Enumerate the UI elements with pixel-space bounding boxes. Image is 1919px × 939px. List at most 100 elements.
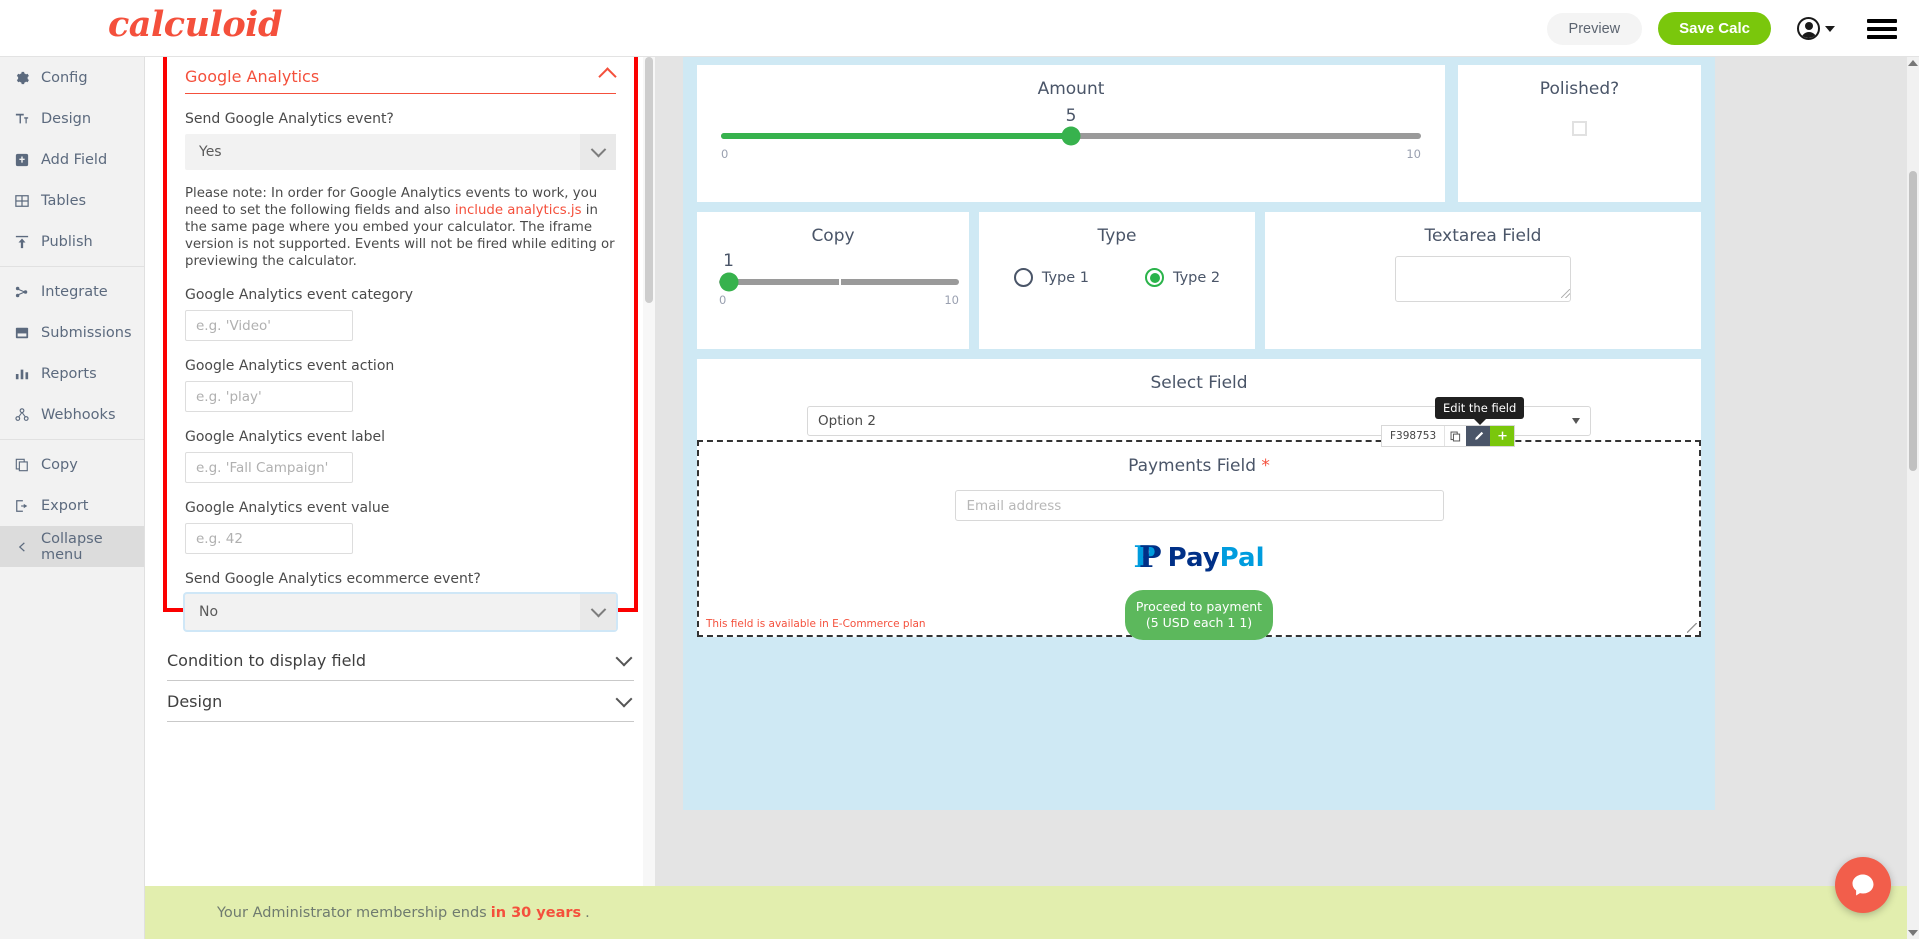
calculator-canvas-area: Amount 5 0 10 Polished? Copy 1 0 10 Type… bbox=[655, 57, 1919, 886]
ga-event-value-input[interactable] bbox=[185, 523, 353, 554]
sidebar-item-publish[interactable]: Publish bbox=[0, 221, 144, 262]
inbox-icon bbox=[14, 326, 30, 340]
ga-send-event-value: Yes bbox=[199, 144, 222, 160]
sidebar-divider bbox=[0, 439, 144, 440]
account-menu[interactable] bbox=[1797, 17, 1835, 40]
ga-note: Please note: In order for Google Analyti… bbox=[185, 186, 615, 269]
sidebar-item-label: Add Field bbox=[41, 151, 108, 168]
sidebar-item-design[interactable]: Design bbox=[0, 98, 144, 139]
sidebar-item-webhooks[interactable]: Webhooks bbox=[0, 394, 144, 435]
slider-fill bbox=[721, 133, 1071, 139]
ga-event-category-input[interactable] bbox=[185, 310, 353, 341]
sidebar-item-copy[interactable]: Copy bbox=[0, 444, 144, 485]
ga-event-label-label: Google Analytics event label bbox=[185, 429, 386, 445]
sidebar-item-tables[interactable]: Tables bbox=[0, 180, 144, 221]
bar-chart-icon bbox=[14, 367, 30, 381]
field-title: Select Field bbox=[1150, 373, 1248, 393]
chevron-down-icon[interactable] bbox=[580, 594, 616, 630]
brand-logo: calculoid bbox=[108, 4, 282, 45]
sidebar-item-label: Config bbox=[41, 69, 88, 86]
sidebar-item-label: Design bbox=[41, 110, 92, 127]
sidebar-collapse-menu[interactable]: Collapse menu bbox=[0, 526, 144, 567]
chevron-down-icon bbox=[1572, 418, 1580, 424]
field-title: Type bbox=[1097, 226, 1137, 246]
sidebar-item-label: Publish bbox=[41, 233, 93, 250]
upload-icon bbox=[14, 235, 30, 249]
slider-knob[interactable] bbox=[1061, 126, 1081, 146]
field-title: Copy bbox=[811, 226, 855, 246]
chat-launcher-button[interactable] bbox=[1835, 857, 1891, 913]
sidebar-item-label: Submissions bbox=[41, 324, 132, 341]
ga-ecommerce-value: No bbox=[199, 604, 219, 620]
resize-grip-icon[interactable] bbox=[1561, 289, 1570, 298]
export-icon bbox=[14, 499, 30, 513]
accordion-design[interactable]: Design bbox=[167, 681, 634, 722]
chevron-down-icon bbox=[1825, 25, 1835, 32]
slider-knob[interactable] bbox=[719, 272, 739, 292]
sidebar-item-reports[interactable]: Reports bbox=[0, 353, 144, 394]
field-type[interactable]: Type Type 1 Type 2 bbox=[979, 212, 1255, 349]
chevron-down-icon bbox=[615, 649, 633, 666]
field-config-panel: Google Analytics Send Google Analytics e… bbox=[145, 57, 655, 886]
field-textarea[interactable]: Textarea Field bbox=[1265, 212, 1701, 349]
field-copy[interactable]: Copy 1 0 10 bbox=[697, 212, 969, 349]
save-calc-button[interactable]: Save Calc bbox=[1658, 12, 1771, 45]
resize-grip-icon[interactable] bbox=[1687, 623, 1697, 633]
app-header: calculoid Preview Save Calc bbox=[0, 0, 1919, 57]
required-asterisk: * bbox=[1261, 456, 1270, 476]
chevron-down-icon[interactable] bbox=[580, 134, 616, 170]
ga-ecommerce-select[interactable]: No bbox=[185, 594, 616, 630]
scroll-up-arrow-icon[interactable] bbox=[1908, 60, 1918, 66]
scrollbar-thumb[interactable] bbox=[645, 57, 653, 303]
accordion-condition-to-display-field[interactable]: Condition to display field bbox=[167, 640, 634, 681]
chevron-down-icon bbox=[615, 690, 633, 707]
sidebar-collapse-label: Collapse menu bbox=[41, 530, 103, 563]
slider-tick bbox=[839, 279, 841, 285]
radio-type-1[interactable]: Type 1 bbox=[1013, 268, 1089, 287]
sidebar-item-export[interactable]: Export bbox=[0, 485, 144, 526]
sidebar-item-integrate[interactable]: Integrate bbox=[0, 271, 144, 312]
config-accordions: Condition to display field Design bbox=[167, 640, 634, 722]
edit-field-button[interactable] bbox=[1466, 426, 1491, 446]
field-title: Polished? bbox=[1539, 79, 1620, 99]
proceed-line-2: (5 USD each 1 1) bbox=[1145, 615, 1253, 630]
field-action-toolbar[interactable]: F398753 bbox=[1381, 425, 1516, 447]
analytics-js-link[interactable]: include analytics.js bbox=[455, 203, 582, 218]
copy-field-button[interactable] bbox=[1444, 426, 1466, 446]
ga-event-action-label: Google Analytics event action bbox=[185, 358, 395, 374]
ga-send-event-select[interactable]: Yes bbox=[185, 134, 616, 170]
sidebar-item-submissions[interactable]: Submissions bbox=[0, 312, 144, 353]
edit-field-tooltip: Edit the field bbox=[1435, 397, 1525, 419]
chevron-up-icon[interactable] bbox=[598, 67, 617, 86]
field-amount[interactable]: Amount 5 0 10 bbox=[697, 65, 1445, 202]
add-field-button[interactable] bbox=[1490, 426, 1515, 446]
copy-min-label: 0 bbox=[719, 293, 727, 307]
membership-text-prefix: Your Administrator membership ends bbox=[217, 904, 487, 921]
membership-text-suffix: . bbox=[585, 904, 590, 921]
radio-type-2[interactable]: Type 2 bbox=[1145, 268, 1220, 287]
ga-event-label-input[interactable] bbox=[185, 452, 353, 483]
config-panel-scrollbar[interactable] bbox=[643, 57, 655, 886]
ga-send-event-label: Send Google Analytics event? bbox=[185, 111, 394, 127]
scrollbar-thumb[interactable] bbox=[1909, 171, 1917, 471]
sitemap-icon bbox=[14, 285, 30, 299]
textarea-input[interactable] bbox=[1395, 256, 1571, 302]
ga-event-action-input[interactable] bbox=[185, 381, 353, 412]
proceed-to-payment-button[interactable]: Proceed to payment (5 USD each 1 1) bbox=[1125, 590, 1273, 640]
field-payments[interactable]: Payments Field * PP PayPal Proceed to pa… bbox=[697, 440, 1701, 640]
google-analytics-section: Google Analytics Send Google Analytics e… bbox=[163, 57, 638, 630]
preview-button[interactable]: Preview bbox=[1546, 12, 1643, 45]
header-actions: Preview Save Calc bbox=[1546, 0, 1897, 57]
scroll-down-arrow-icon[interactable] bbox=[1908, 930, 1918, 936]
hamburger-menu-icon[interactable] bbox=[1867, 15, 1897, 43]
field-polished[interactable]: Polished? bbox=[1458, 65, 1701, 202]
payment-email-input[interactable] bbox=[954, 490, 1444, 521]
polished-checkbox[interactable] bbox=[1572, 121, 1587, 136]
select-value: Option 2 bbox=[818, 413, 876, 429]
chat-icon bbox=[1852, 874, 1874, 896]
sidebar-item-add-field[interactable]: Add Field bbox=[0, 139, 144, 180]
proceed-line-1: Proceed to payment bbox=[1135, 599, 1263, 614]
page-scrollbar[interactable] bbox=[1907, 57, 1919, 939]
amount-value: 5 bbox=[1065, 106, 1077, 126]
sidebar-item-config[interactable]: Config bbox=[0, 57, 144, 98]
